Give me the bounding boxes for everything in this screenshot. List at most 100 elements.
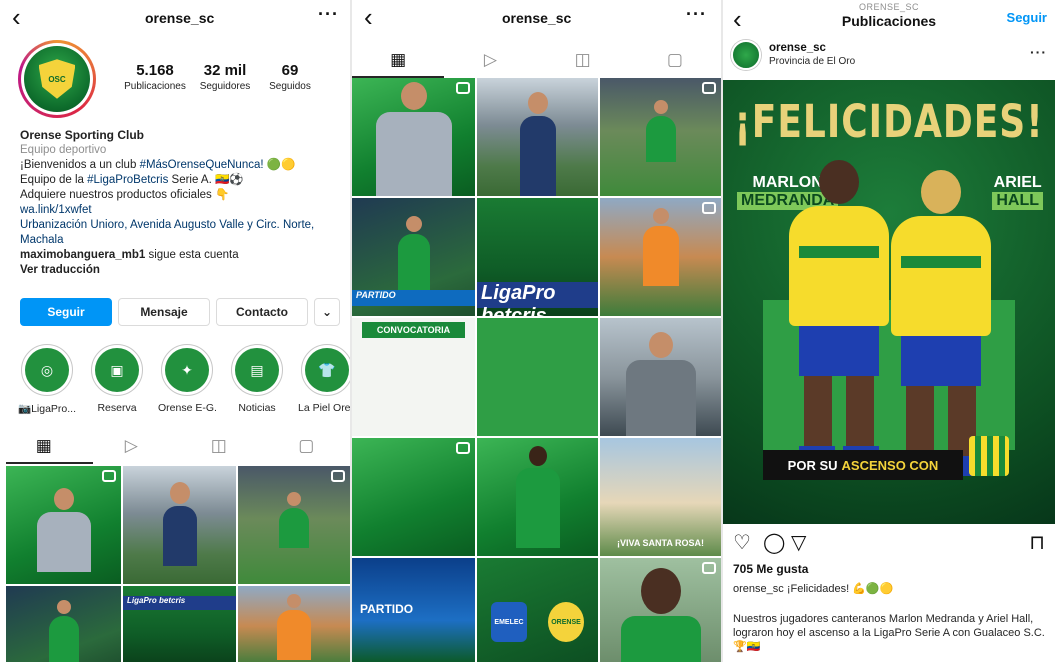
- feed-panel: ‹ orense_sc ··· ▦ ▷ ◫ ▢ PARTIDO LigaPro …: [352, 0, 721, 662]
- grid-post[interactable]: [600, 198, 721, 316]
- feed-topbar: ‹ orense_sc ···: [352, 0, 721, 36]
- grid-post[interactable]: [477, 438, 598, 556]
- stat-posts[interactable]: 5.168 Publicaciones: [122, 62, 188, 92]
- grid-post[interactable]: [477, 318, 598, 436]
- profile-stats: 5.168 Publicaciones 32 mil Seguidores 69…: [122, 62, 318, 92]
- tab-tagged-icon[interactable]: ▢: [645, 46, 705, 74]
- bio-link[interactable]: wa.link/1xwfet: [20, 203, 345, 218]
- tab-igtv-icon[interactable]: ◫: [189, 432, 249, 460]
- hashtag-link[interactable]: #LigaProBetcris: [87, 174, 168, 186]
- post-image[interactable]: ¡FELICIDADES! MARLON MEDRANDA ARIEL HALL…: [723, 80, 1055, 524]
- stat-following[interactable]: 69 Seguidos: [262, 62, 318, 92]
- grid-post[interactable]: ¡VIVA SANTA ROSA!: [600, 438, 721, 556]
- like-heart-icon[interactable]: ♡: [733, 530, 751, 555]
- profile-panel: ‹ orense_sc ··· OSC 5.168 Publicaciones …: [0, 0, 350, 662]
- likes-count[interactable]: 705 Me gusta: [733, 562, 808, 576]
- message-button[interactable]: Mensaje: [118, 298, 210, 326]
- sponsor-strip: LigaPro betcris: [477, 282, 598, 316]
- save-bookmark-icon[interactable]: ⊓: [1029, 530, 1045, 555]
- grid-post[interactable]: LigaPro betcris: [123, 586, 236, 662]
- grid-post[interactable]: [352, 78, 475, 196]
- highlight-item[interactable]: ✦ Orense E-G...: [158, 344, 216, 415]
- reel-badge-icon: [456, 442, 470, 454]
- stat-posts-value: 5.168: [136, 62, 174, 79]
- grid-post[interactable]: PARTIDO: [352, 558, 475, 662]
- reel-badge-icon: [456, 82, 470, 94]
- post-panel: ‹ ORENSE_SC Publicaciones Seguir orense_…: [723, 0, 1055, 662]
- grid-post[interactable]: [477, 78, 598, 196]
- highlight-label: 📷LigaPro...: [18, 403, 76, 415]
- author-username[interactable]: orense_sc: [769, 42, 826, 54]
- highlight-icon: ✦: [165, 348, 209, 392]
- band-text: POR SU: [787, 457, 838, 473]
- tab-igtv-icon[interactable]: ◫: [553, 46, 613, 74]
- grid-post[interactable]: EMELEC ORENSE: [477, 558, 598, 662]
- highlight-item[interactable]: 👕 La Piel Oren...: [298, 344, 350, 415]
- see-translation-link[interactable]: Ver traducción: [20, 263, 345, 278]
- grid-post[interactable]: [600, 558, 721, 662]
- share-icon[interactable]: ▽: [791, 530, 806, 555]
- tab-reels-icon[interactable]: ▷: [460, 46, 520, 74]
- bio-emoji: 🟢🟡: [266, 159, 296, 171]
- right-player-first: ARIEL: [993, 174, 1042, 191]
- caption-username[interactable]: orense_sc: [733, 583, 784, 595]
- profile-username: orense_sc: [145, 10, 215, 26]
- highlight-label: La Piel Oren...: [298, 402, 350, 414]
- sponsor-strip: LigaPro betcris: [123, 596, 236, 610]
- author-avatar[interactable]: [731, 40, 761, 70]
- grid-post[interactable]: [238, 586, 350, 662]
- player-left: [789, 160, 889, 466]
- grid-post[interactable]: PARTIDO: [352, 198, 475, 316]
- profile-avatar[interactable]: OSC: [18, 40, 96, 118]
- post-actions: ♡ ◯ ▽ ⊓: [733, 530, 1045, 554]
- grid-post[interactable]: [238, 466, 350, 584]
- tab-grid-icon[interactable]: ▦: [368, 46, 428, 74]
- highlight-item[interactable]: ▣ Reserva: [88, 344, 146, 415]
- comment-icon[interactable]: ◯: [763, 530, 785, 555]
- back-icon[interactable]: ‹: [12, 4, 21, 30]
- stat-followers-label: Seguidores: [199, 81, 251, 92]
- more-options-icon[interactable]: ···: [686, 4, 707, 25]
- hashtag-link[interactable]: #MásOrenseQueNunca!: [140, 159, 264, 171]
- contact-button[interactable]: Contacto: [216, 298, 308, 326]
- tab-tagged-icon[interactable]: ▢: [276, 432, 336, 460]
- gualaceo-crest-icon: [969, 436, 1009, 476]
- bio-line-1: ¡Bienvenidos a un club #MásOrenseQueNunc…: [20, 158, 345, 173]
- bio-text: Serie A. 🇪🇨⚽: [168, 174, 244, 186]
- follow-button[interactable]: Seguir: [20, 298, 112, 326]
- tab-grid-icon[interactable]: ▦: [14, 432, 74, 460]
- carousel-badge-icon: [702, 202, 716, 214]
- profile-tabs: ▦ ▷ ◫ ▢: [0, 432, 350, 460]
- suggested-chevron-button[interactable]: ⌄: [314, 298, 340, 326]
- followed-by-text: sigue esta cuenta: [145, 249, 239, 261]
- post-location[interactable]: Provincia de El Oro: [769, 56, 855, 67]
- carousel-badge-icon: [331, 470, 345, 482]
- orense-crest-icon: ORENSE: [548, 602, 584, 642]
- grid-post[interactable]: LigaPro betcris: [477, 198, 598, 316]
- profile-bio: Orense Sporting Club Equipo deportivo ¡B…: [20, 128, 345, 278]
- more-options-icon[interactable]: ···: [318, 4, 339, 25]
- grid-post[interactable]: [6, 466, 121, 584]
- active-tab-indicator: [6, 462, 93, 464]
- follow-link[interactable]: Seguir: [1007, 10, 1047, 25]
- post-more-icon[interactable]: ···: [1030, 44, 1047, 60]
- caption-text: ¡Felicidades! 💪🟢🟡: [783, 583, 894, 595]
- grid-post[interactable]: [600, 318, 721, 436]
- bio-address[interactable]: Urbanización Unioro, Avenida Augusto Val…: [20, 218, 345, 248]
- stat-followers[interactable]: 32 mil Seguidores: [194, 62, 256, 92]
- tab-reels-icon[interactable]: ▷: [101, 432, 161, 460]
- grid-post[interactable]: [352, 438, 475, 556]
- grid-post[interactable]: [6, 586, 121, 662]
- reel-badge-icon: [702, 562, 716, 574]
- back-icon[interactable]: ‹: [364, 4, 373, 30]
- highlight-item[interactable]: ▤ Noticias: [228, 344, 286, 415]
- grid-post[interactable]: CONVOCATORIA: [352, 318, 475, 436]
- highlight-item[interactable]: ◎ 📷LigaPro...: [18, 344, 76, 415]
- bio-line-2: Equipo de la #LigaProBetcris Serie A. 🇪🇨…: [20, 173, 345, 188]
- followed-by[interactable]: maximobanguera_mb1 sigue esta cuenta: [20, 248, 345, 263]
- grid-post[interactable]: [600, 78, 721, 196]
- grid-post[interactable]: [123, 466, 236, 584]
- viva-santa-rosa-caption: ¡VIVA SANTA ROSA!: [617, 538, 704, 548]
- score-strip: PARTIDO: [352, 290, 475, 306]
- profile-display-name: Orense Sporting Club: [20, 128, 145, 142]
